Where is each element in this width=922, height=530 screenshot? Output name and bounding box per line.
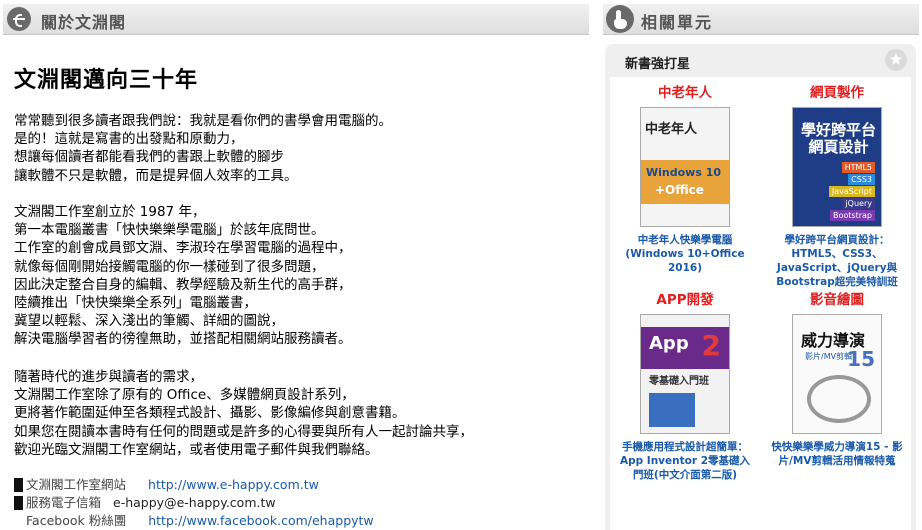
contact-facebook: Facebook 粉絲團 http://www.facebook.com/eha… xyxy=(14,512,374,530)
cover-image xyxy=(649,393,695,427)
book-title-link[interactable]: 學好跨平台網頁設計：HTML5、CSS3、JavaScript、jQuery與B… xyxy=(763,233,911,289)
facebook-link[interactable]: http://www.facebook.com/ehappytw xyxy=(148,512,373,530)
box-title: 新書強打星 xyxy=(625,57,691,72)
pointer-hand-icon xyxy=(606,5,634,33)
book-cover[interactable]: 威力導演 影片/MV剪輯 15 xyxy=(792,314,882,434)
star-icon: ★ xyxy=(885,49,907,71)
book-title-link[interactable]: 快快樂樂學威力導演15 - 影片/MV剪輯活用情報特蒐 xyxy=(763,440,911,496)
paragraph-line: 文淵閣工作室除了原有的 Office、多媒體網頁設計系列， xyxy=(14,387,355,404)
book-item: 網頁製作 學好跨平台 網頁設計 HTML5 CSS3 JavaScript jQ… xyxy=(763,83,911,289)
cover-tag: jQuery xyxy=(842,198,875,209)
paragraph-future: 隨著時代的進步與讀者的需求， 文淵閣工作室除了原有的 Office、多媒體網頁設… xyxy=(14,368,473,459)
paragraph-line: 隨著時代的進步與讀者的需求， xyxy=(14,369,203,385)
book-cover[interactable]: 中老年人 Windows 10 +Office xyxy=(640,107,730,227)
page-title: 文淵閣邁向三十年 xyxy=(14,68,199,93)
cover-number: 15 xyxy=(847,347,875,371)
cover-image xyxy=(807,375,871,423)
paragraph-line: 冀望以輕鬆、深入淺出的筆觸、詳細的圖說， xyxy=(14,313,284,330)
paragraph-line: 歡迎光臨文淵閣工作室網站，或者使用電子郵件與我們聯絡。 xyxy=(14,441,379,458)
bullet-bar xyxy=(14,478,23,492)
paragraph-line: 就像每個剛開始接觸電腦的你一樣碰到了很多問題， xyxy=(14,258,325,275)
contact-label: 文淵閣工作室網站 xyxy=(26,477,127,492)
cover-subtitle: 零基礎入門班 xyxy=(649,376,709,387)
paragraph-line: 解決電腦學習者的徬徨無助，並搭配相關網站服務讀者。 xyxy=(14,331,352,348)
cover-heading-line: 學好跨平台 xyxy=(801,121,877,139)
category-label[interactable]: APP開發 xyxy=(611,290,759,310)
related-header-title: 相關單元 xyxy=(641,13,714,32)
paragraph-line: 更將著作範圍延伸至各類程式設計、攝影、影像編修與創意書籍。 xyxy=(14,405,406,422)
cover-heading-line: 網頁設計 xyxy=(808,138,869,156)
cover-subtitle: Windows 10 xyxy=(646,166,722,179)
book-title-link[interactable]: 中老年人快樂學電腦(Windows 10+Office 2016) xyxy=(611,233,759,275)
bullet-spacer xyxy=(14,514,23,528)
about-header: 關於文淵閣 xyxy=(3,4,589,35)
cover-tag: CSS3 xyxy=(848,174,875,185)
paragraph-history: 文淵閣工作室創立於 1987 年， 第一本電腦叢書「快快樂樂學電腦」於該年底問世… xyxy=(14,203,352,349)
cover-tag: HTML5 xyxy=(841,162,875,173)
book-cover[interactable]: App 2 零基礎入門班 xyxy=(640,314,730,434)
book-cover[interactable]: 學好跨平台 網頁設計 HTML5 CSS3 JavaScript jQuery … xyxy=(792,107,882,227)
cover-number: 2 xyxy=(701,329,721,362)
cover-tag: JavaScript xyxy=(828,186,875,197)
book-item: APP開發 App 2 零基礎入門班 手機應用程式設計超簡單：App Inven… xyxy=(611,290,759,496)
contact-list: 文淵閣工作室網站 http://www.e-happy.com.tw 服務電子信… xyxy=(14,476,374,530)
cover-subtitle-2: +Office xyxy=(655,183,704,197)
cover-heading: 中老年人 xyxy=(645,122,698,137)
contact-website: 文淵閣工作室網站 http://www.e-happy.com.tw xyxy=(14,476,374,494)
cover-heading: 學好跨平台 網頁設計 xyxy=(801,122,876,156)
exit-icon xyxy=(7,7,31,31)
paragraph-line: 常常聽到很多讀者跟我們說：我就是看你們的書學會用電腦的。 xyxy=(14,113,392,129)
contact-label: Facebook 粉絲團 xyxy=(26,513,127,528)
cover-tag: 影片/MV剪輯 xyxy=(805,352,853,361)
contact-label: 服務電子信箱 xyxy=(26,495,102,510)
category-label[interactable]: 影音繪圖 xyxy=(763,290,911,310)
paragraph-line: 是的！這就是寫書的出發點和原動力， xyxy=(14,131,244,148)
book-item: 影音繪圖 威力導演 影片/MV剪輯 15 快快樂樂學威力導演15 - 影片/MV… xyxy=(763,290,911,496)
paragraph-line: 讓軟體不只是軟體，而是提昇個人效率的工具。 xyxy=(14,167,298,184)
category-label[interactable]: 中老年人 xyxy=(611,83,759,103)
about-header-title: 關於文淵閣 xyxy=(41,13,127,32)
paragraph-line: 文淵閣工作室創立於 1987 年， xyxy=(14,204,206,220)
paragraph-line: 如果您在閱讀本書時有任何的問題或是許多的心得要與所有人一起討論共享， xyxy=(14,423,473,440)
paragraph-line: 工作室的創會成員鄧文淵、李淑玲在學習電腦的過程中， xyxy=(14,240,352,257)
book-item: 中老年人 中老年人 Windows 10 +Office 中老年人快樂學電腦(W… xyxy=(611,83,759,275)
cover-heading: App xyxy=(649,333,689,354)
website-link[interactable]: http://www.e-happy.com.tw xyxy=(148,476,319,494)
contact-email: 服務電子信箱 e-happy@e-happy.com.tw xyxy=(14,494,374,512)
paragraph-intro: 常常聽到很多讀者跟我們說：我就是看你們的書學會用電腦的。 是的！這就是寫書的出發… xyxy=(14,112,392,185)
category-label[interactable]: 網頁製作 xyxy=(763,83,911,103)
email-address: e-happy@e-happy.com.tw xyxy=(113,495,276,510)
bullet-bar xyxy=(14,496,23,510)
paragraph-line: 因此決定整合自身的編輯、教學經驗及新生代的高手群， xyxy=(14,276,352,293)
related-header: 相關單元 xyxy=(603,4,919,35)
paragraph-line: 想讓每個讀者都能看我們的書跟上軟體的腳步 xyxy=(14,149,284,166)
book-title-link[interactable]: 手機應用程式設計超簡單：App Inventor 2零基礎入門班(中文介面第二版… xyxy=(611,440,759,496)
paragraph-line: 陸續推出「快快樂樂全系列」電腦叢書， xyxy=(14,295,257,312)
cover-tag: Bootstrap xyxy=(830,210,875,221)
paragraph-line: 第一本電腦叢書「快快樂樂學電腦」於該年底問世。 xyxy=(14,222,325,239)
